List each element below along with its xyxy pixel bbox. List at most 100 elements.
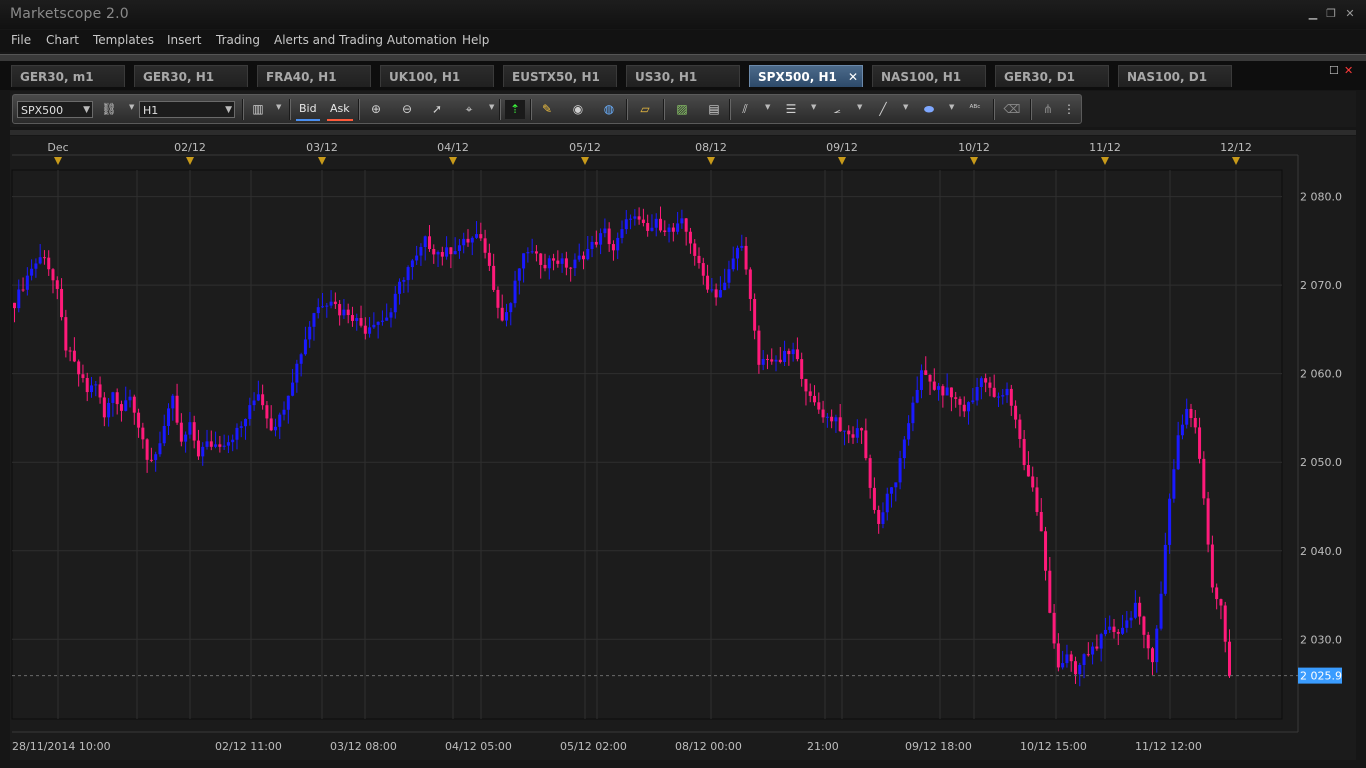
notes-icon[interactable]: ✎: [537, 100, 557, 119]
candle-body: [179, 422, 183, 442]
x-axis-label: 21:00: [807, 740, 839, 753]
menu-trading[interactable]: Trading: [216, 33, 260, 47]
candlestick-type-icon[interactable]: ▥: [248, 100, 268, 119]
link-icon[interactable]: ⛓: [99, 100, 119, 119]
candle-body: [727, 269, 731, 283]
crosshair-icon[interactable]: ⌖: [459, 100, 479, 119]
zoom-out-icon[interactable]: ⊖: [397, 100, 417, 119]
chevron-down-icon[interactable]: ▼: [857, 103, 862, 111]
candle-body: [1133, 602, 1137, 618]
menu-insert[interactable]: Insert: [167, 33, 201, 47]
minimize-icon[interactable]: ▁: [1306, 7, 1320, 21]
globe-icon[interactable]: ◍: [599, 100, 619, 119]
candle-body: [359, 318, 363, 326]
chart-panel[interactable]: Dec 02/12 03/12 04/12 05/12 08/12 09/12 10/12 11…: [10, 136, 1356, 760]
indicator-icon[interactable]: ⇡: [505, 100, 525, 119]
candle-body: [295, 363, 299, 383]
candle-body: [436, 252, 440, 255]
close-icon[interactable]: ✕: [1343, 7, 1357, 21]
template-icon[interactable]: ▤: [704, 100, 724, 119]
text-icon[interactable]: ᴬᴮᶜ: [965, 100, 985, 119]
eye-icon[interactable]: ◉: [568, 100, 588, 119]
candle-body: [115, 392, 119, 405]
candle-body: [1082, 654, 1086, 665]
chevron-down-icon[interactable]: ▼: [489, 103, 494, 111]
candle-body: [470, 237, 474, 243]
chevron-down-icon[interactable]: ▼: [903, 103, 908, 111]
candle-body: [273, 426, 277, 431]
tab-spx500-h1[interactable]: SPX500, H1 ✕: [749, 65, 863, 87]
tab-ger30-m1[interactable]: GER30, m1: [11, 65, 125, 87]
eraser-icon[interactable]: ⌫: [1002, 100, 1022, 119]
candle-body: [1146, 634, 1150, 649]
chart-separator: [10, 130, 1356, 135]
tab-us30-h1[interactable]: US30, H1: [626, 65, 740, 87]
chart-maximize-icon[interactable]: ☐: [1329, 64, 1339, 77]
candle-body: [804, 378, 808, 392]
candle-body: [355, 318, 359, 321]
instrument-select[interactable]: SPX500 ▼: [17, 101, 93, 118]
ruler-icon[interactable]: ▱: [635, 100, 655, 119]
tab-close-icon[interactable]: ✕: [848, 66, 858, 88]
candle-body: [1206, 498, 1210, 545]
tab-nas100-h1[interactable]: NAS100, H1: [872, 65, 986, 87]
candle-body: [753, 298, 757, 331]
tab-eustx50-h1[interactable]: EUSTX50, H1: [503, 65, 617, 87]
chart-close-icon[interactable]: ✕: [1344, 64, 1353, 77]
ask-button[interactable]: Ask: [327, 100, 353, 121]
menu-chart[interactable]: Chart: [46, 33, 79, 47]
menu-alerts[interactable]: Alerts and Trading Automation: [274, 33, 457, 47]
line-icon[interactable]: ╱: [873, 100, 893, 119]
toolbar-divider: [663, 99, 665, 120]
tab-ger30-h1[interactable]: GER30, H1: [134, 65, 248, 87]
chevron-down-icon[interactable]: ▼: [129, 103, 134, 111]
candle-body: [90, 385, 94, 393]
channels-icon[interactable]: ⫽: [735, 100, 755, 119]
x-axis-label: 02/12 11:00: [215, 740, 282, 753]
restore-icon[interactable]: ❐: [1324, 7, 1338, 21]
candle-body: [1129, 617, 1133, 621]
candle-body: [299, 354, 303, 364]
candle-body: [680, 218, 684, 224]
tab-fra40-h1[interactable]: FRA40, H1: [257, 65, 371, 87]
bid-button[interactable]: Bid: [296, 100, 320, 121]
candle-body: [932, 381, 936, 390]
candle-body: [543, 264, 547, 269]
tab-uk100-h1[interactable]: UK100, H1: [380, 65, 494, 87]
candle-body: [1073, 661, 1077, 675]
top-axis-label: 08/12: [695, 141, 727, 154]
chevron-down-icon[interactable]: ▼: [276, 103, 281, 111]
candle-body: [834, 417, 838, 422]
chevron-down-icon[interactable]: ▼: [811, 103, 816, 111]
chart-tab-strip: GER30, m1 GER30, H1 FRA40, H1 UK100, H1 …: [0, 61, 1366, 90]
menu-templates[interactable]: Templates: [93, 33, 154, 47]
candle-body: [1150, 648, 1154, 663]
candle-body: [971, 400, 975, 403]
picture-icon[interactable]: ▨: [672, 100, 692, 119]
x-axis-label: 09/12 18:00: [905, 740, 972, 753]
candle-body: [423, 236, 427, 248]
menu-help[interactable]: Help: [462, 33, 489, 47]
menu-file[interactable]: File: [11, 33, 31, 47]
price-chart[interactable]: Dec 02/12 03/12 04/12 05/12 08/12 09/12 10/12 11…: [10, 136, 1356, 760]
candle-body: [1159, 593, 1163, 629]
candle-body: [393, 293, 397, 313]
chevron-down-icon[interactable]: ▼: [949, 103, 954, 111]
tree-icon[interactable]: ⋔: [1038, 100, 1058, 119]
zoom-in-icon[interactable]: ⊕: [366, 100, 386, 119]
candle-body: [581, 255, 585, 260]
candle-body: [1172, 469, 1176, 499]
chevron-down-icon[interactable]: ▼: [765, 103, 770, 111]
candle-body: [1185, 408, 1189, 425]
fan-icon[interactable]: ⦟: [827, 100, 847, 119]
candle-body: [312, 313, 316, 327]
tab-ger30-d1[interactable]: GER30, D1: [995, 65, 1109, 87]
levels-icon[interactable]: ☰: [781, 100, 801, 119]
cursor-icon[interactable]: ➚: [427, 100, 447, 119]
more-icon[interactable]: ⋮: [1062, 100, 1076, 119]
shape-icon[interactable]: ⬬: [919, 100, 939, 119]
candle-body: [346, 309, 350, 316]
candle-body: [85, 377, 89, 393]
tab-nas100-d1[interactable]: NAS100, D1: [1118, 65, 1232, 87]
timeframe-select[interactable]: H1 ▼: [139, 101, 235, 118]
